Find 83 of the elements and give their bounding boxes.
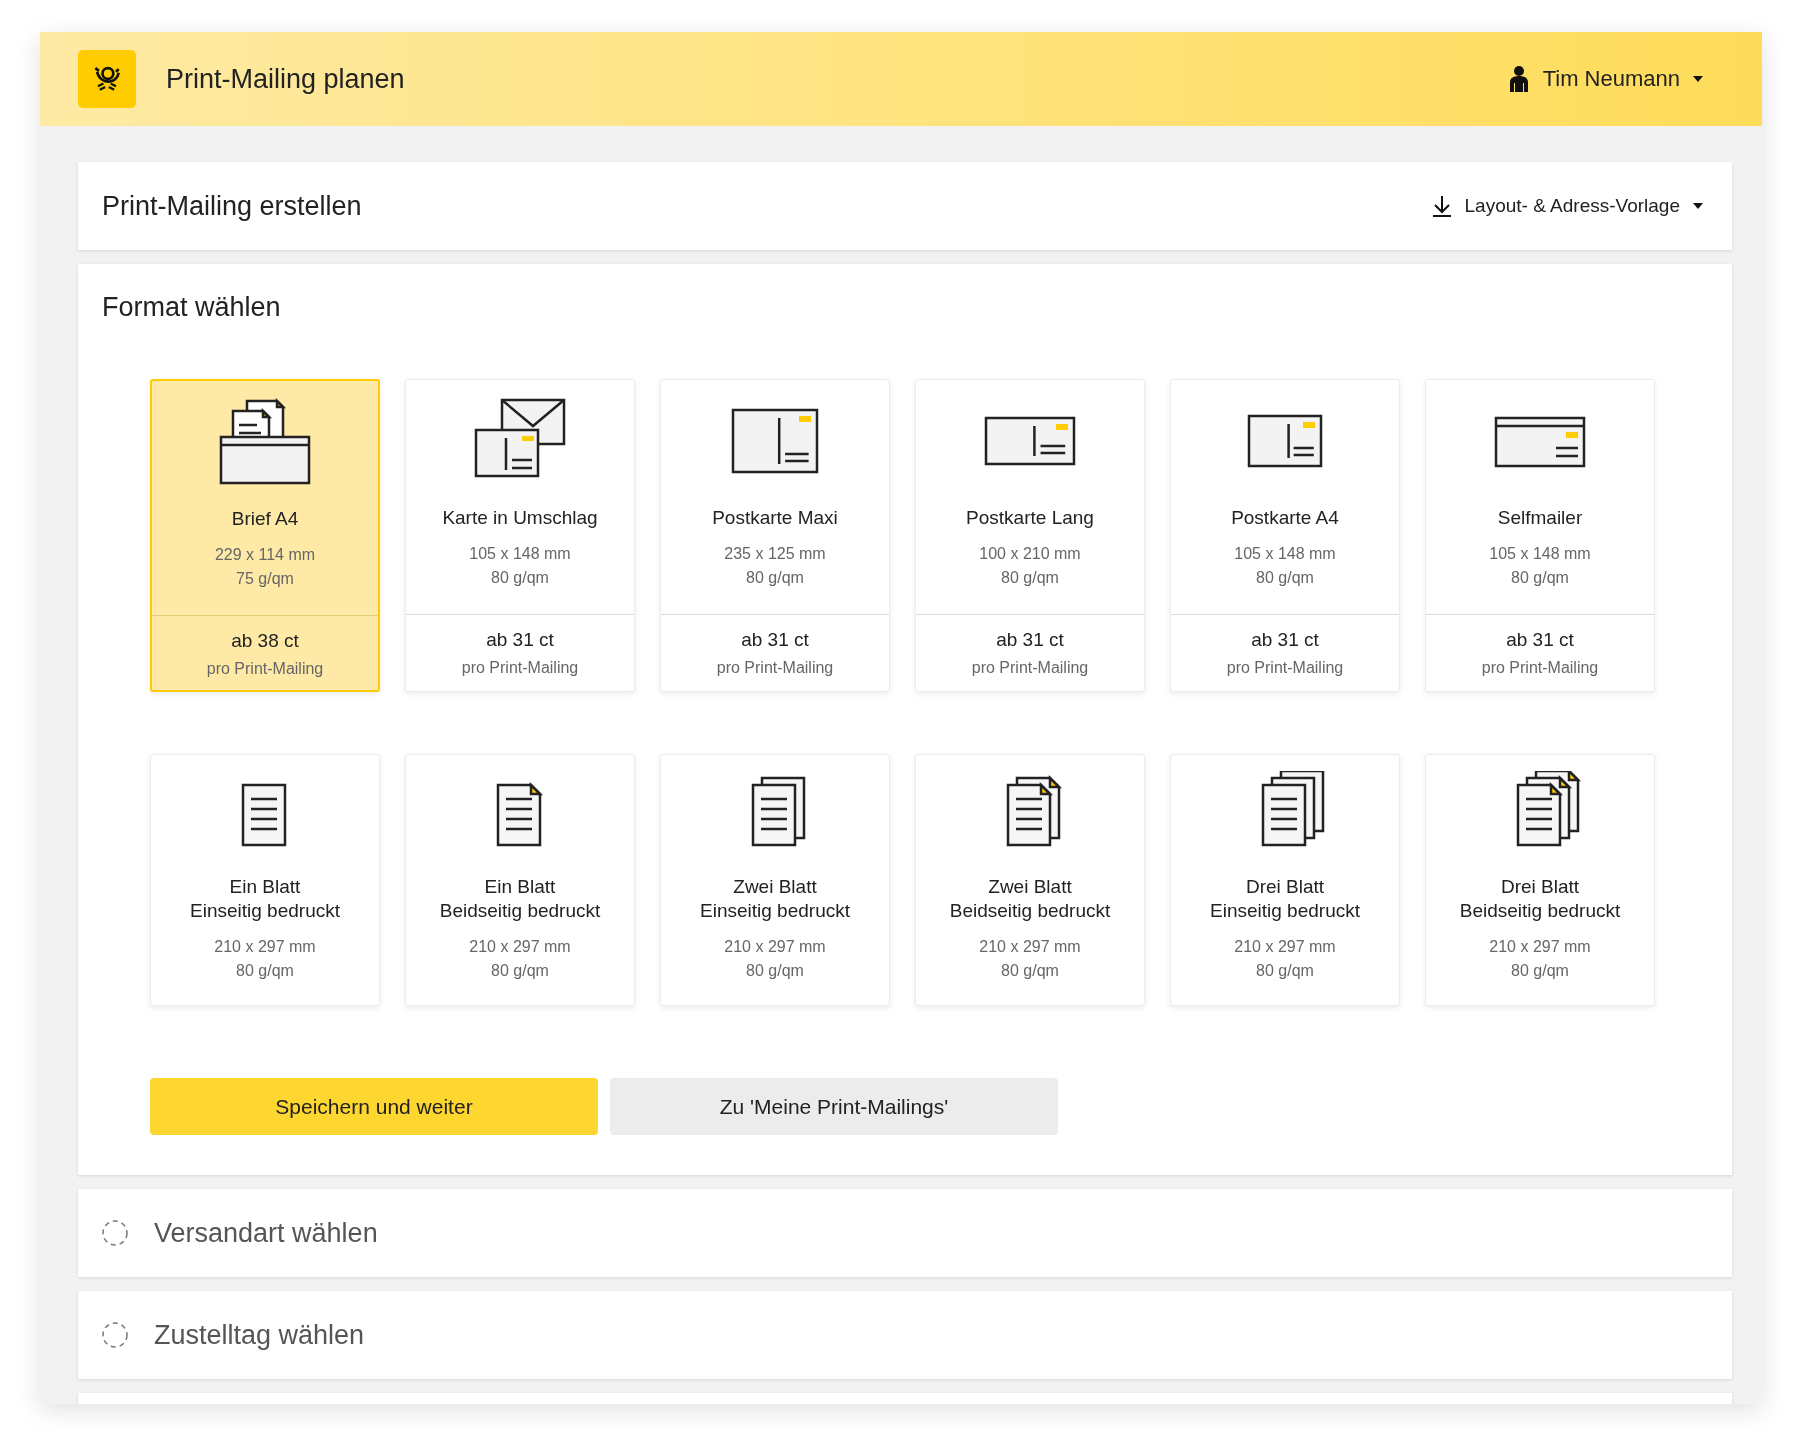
option-name: Drei Blatt [1500, 875, 1580, 899]
sheet-option-card[interactable]: Zwei Blatt Einseitig bedruckt 210 x 297 mm 80 g/qm [660, 754, 890, 1006]
paper-weight: 80 g/qm [1001, 568, 1059, 588]
sheet-option-card[interactable]: Drei Blatt Beidseitig bedruckt 210 x 297 mm 80 g/qm [1425, 754, 1655, 1006]
format-name: Brief A4 [231, 507, 299, 531]
format-size: 105 x 148 mm [1489, 544, 1591, 564]
format-name: Postkarte A4 [1231, 506, 1339, 530]
format-size: 210 x 297 mm [469, 937, 571, 957]
price: ab 31 ct [741, 628, 809, 652]
format-name: Postkarte Maxi [712, 506, 838, 530]
pending-step-icon [100, 1320, 130, 1350]
paper-weight: 80 g/qm [1511, 568, 1569, 588]
user-menu[interactable]: Tim Neumann [1506, 65, 1704, 93]
price: ab 31 ct [996, 628, 1064, 652]
price: ab 38 ct [231, 629, 299, 653]
price: ab 31 ct [1506, 628, 1574, 652]
option-name: Drei Blatt [1245, 875, 1325, 899]
format-card[interactable]: Brief A4 229 x 114 mm 75 g/qm ab 38 ct pro Print-Mailing [150, 379, 380, 692]
paper-weight: 80 g/qm [1256, 568, 1314, 588]
format-size: 210 x 297 mm [724, 937, 826, 957]
step-panel[interactable]: Versandart wählen [78, 1189, 1732, 1277]
paper-weight: 75 g/qm [236, 569, 294, 589]
template-download-menu[interactable]: Layout- & Adress-Vorlage [1430, 194, 1704, 218]
option-name: Ein Blatt [229, 875, 301, 899]
format-card[interactable]: Karte in Umschlag 105 x 148 mm 80 g/qm ab 31 ct pro Print-Mailing [405, 379, 635, 692]
format-size: 210 x 297 mm [979, 937, 1081, 957]
format-card[interactable]: Selfmailer 105 x 148 mm 80 g/qm ab 31 ct pro Print-Mailing [1425, 379, 1655, 692]
print-mode: Einseitig bedruckt [190, 899, 340, 923]
step-title: Zustelltag wählen [154, 1319, 365, 1351]
print-mode: Einseitig bedruckt [1210, 899, 1360, 923]
print-mode: Einseitig bedruckt [700, 899, 850, 923]
format-size: 210 x 297 mm [214, 937, 316, 957]
format-card[interactable]: Postkarte A4 105 x 148 mm 80 g/qm ab 31 ct pro Print-Mailing [1170, 379, 1400, 692]
caret-icon [1692, 202, 1704, 210]
price: ab 31 ct [486, 628, 554, 652]
option-name: Zwei Blatt [733, 875, 817, 899]
panel-title: Format wählen [102, 292, 282, 323]
sheet-option-card[interactable]: Ein Blatt Beidseitig bedruckt 210 x 297 mm 80 g/qm [405, 754, 635, 1006]
format-card[interactable]: Postkarte Lang 100 x 210 mm 80 g/qm ab 31 ct pro Print-Mailing [915, 379, 1145, 692]
print-mode: Beidseitig bedruckt [949, 899, 1111, 923]
paper-weight: 80 g/qm [746, 961, 804, 981]
format-size: 100 x 210 mm [979, 544, 1081, 564]
price-note: pro Print-Mailing [461, 659, 579, 677]
paper-weight: 80 g/qm [236, 961, 294, 981]
price-note: pro Print-Mailing [971, 659, 1089, 677]
price: ab 31 ct [1251, 628, 1319, 652]
format-name: Postkarte Lang [966, 506, 1094, 530]
format-name: Selfmailer [1497, 506, 1583, 530]
sheet-option-card[interactable]: Zwei Blatt Beidseitig bedruckt 210 x 297 mm 80 g/qm [915, 754, 1145, 1006]
price-note: pro Print-Mailing [206, 660, 324, 678]
format-size: 105 x 148 mm [1234, 544, 1336, 564]
sheet-option-card[interactable]: Drei Blatt Einseitig bedruckt 210 x 297 mm 80 g/qm [1170, 754, 1400, 1006]
format-card[interactable]: Postkarte Maxi 235 x 125 mm 80 g/qm ab 31 ct pro Print-Mailing [660, 379, 890, 692]
format-name: Karte in Umschlag [442, 506, 598, 530]
step-title: Versandart wählen [154, 1217, 378, 1249]
download-icon [1430, 194, 1453, 218]
step-panel[interactable]: Zustelltag wählen [78, 1291, 1732, 1379]
paper-weight: 80 g/qm [491, 961, 549, 981]
app-title: Print-Mailing planen [166, 63, 406, 95]
format-size: 210 x 297 mm [1234, 937, 1336, 957]
format-size: 229 x 114 mm [214, 545, 316, 565]
save-continue-button[interactable]: Speichern und weiter [150, 1078, 598, 1135]
paper-weight: 80 g/qm [746, 568, 804, 588]
post-horn-logo-icon [78, 50, 136, 108]
paper-weight: 80 g/qm [1511, 961, 1569, 981]
pending-step-icon [100, 1218, 130, 1248]
caret-icon [1692, 75, 1704, 83]
format-size: 235 x 125 mm [724, 544, 826, 564]
price-note: pro Print-Mailing [716, 659, 834, 677]
format-size: 210 x 297 mm [1489, 937, 1591, 957]
paper-weight: 80 g/qm [491, 568, 549, 588]
option-name: Ein Blatt [484, 875, 556, 899]
paper-weight: 80 g/qm [1001, 961, 1059, 981]
panel-title: Print-Mailing erstellen [102, 190, 363, 222]
sheet-option-card[interactable]: Ein Blatt Einseitig bedruckt 210 x 297 mm 80 g/qm [150, 754, 380, 1006]
print-mode: Beidseitig bedruckt [439, 899, 601, 923]
format-size: 105 x 148 mm [469, 544, 571, 564]
price-note: pro Print-Mailing [1481, 659, 1599, 677]
option-name: Zwei Blatt [988, 875, 1072, 899]
price-note: pro Print-Mailing [1226, 659, 1344, 677]
paper-weight: 80 g/qm [1256, 961, 1314, 981]
print-mode: Beidseitig bedruckt [1459, 899, 1621, 923]
my-mailings-button[interactable]: Zu 'Meine Print-Mailings' [610, 1078, 1058, 1135]
